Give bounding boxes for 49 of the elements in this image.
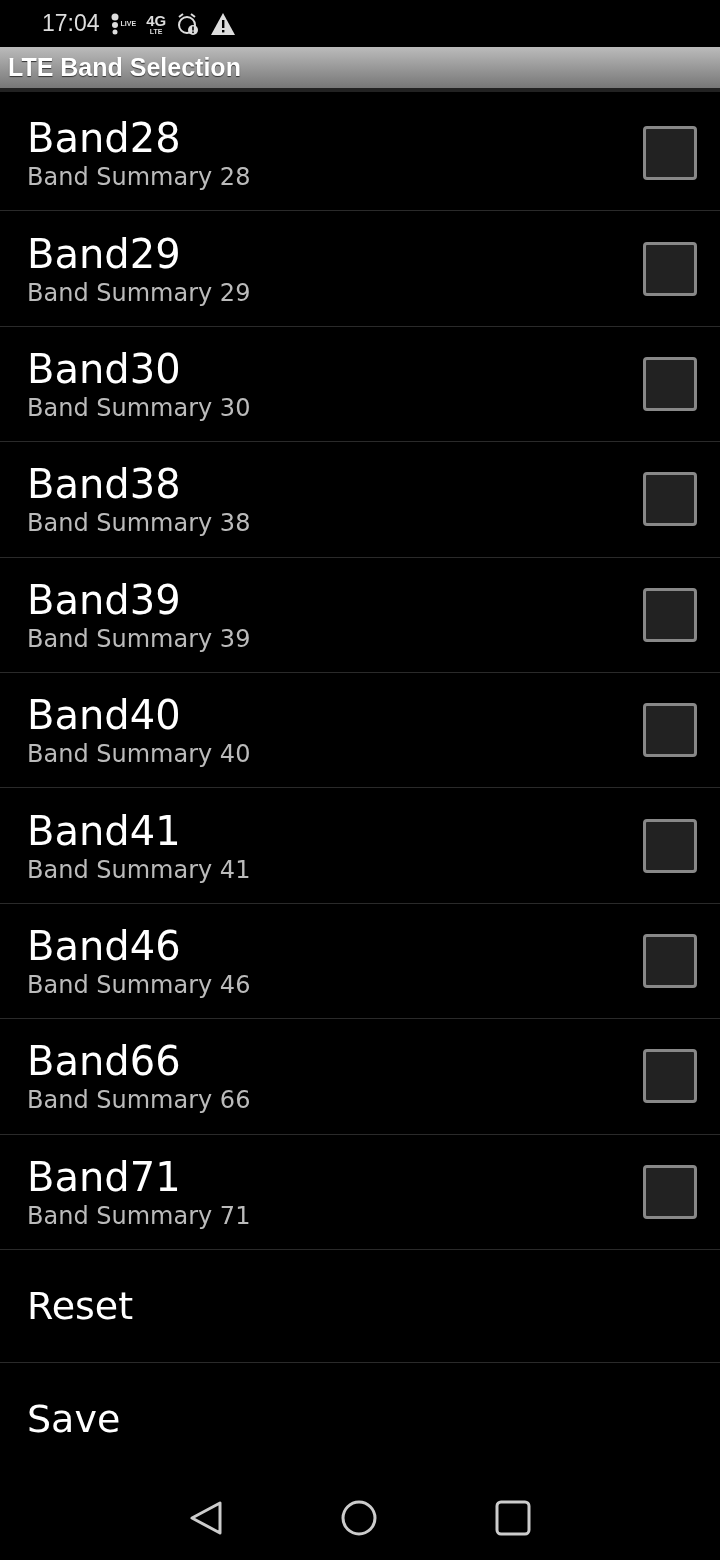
band-summary: Band Summary 41 bbox=[27, 855, 251, 884]
checkbox[interactable] bbox=[643, 587, 697, 642]
band-name: Band40 bbox=[27, 692, 182, 739]
band-name: Band30 bbox=[27, 345, 182, 392]
checkbox[interactable] bbox=[643, 703, 697, 758]
band-summary: Band Summary 66 bbox=[27, 1086, 251, 1115]
band-item[interactable]: Band39 Band Summary 39 bbox=[0, 557, 720, 673]
checkbox[interactable] bbox=[643, 356, 697, 411]
warning-icon bbox=[210, 11, 237, 36]
band-name: Band28 bbox=[27, 115, 182, 162]
band-name: Band29 bbox=[27, 230, 182, 277]
band-name: Band38 bbox=[27, 461, 182, 508]
band-name: Band66 bbox=[27, 1038, 182, 1085]
band-summary: Band Summary 30 bbox=[27, 393, 251, 422]
checkbox[interactable] bbox=[643, 1049, 697, 1104]
band-item[interactable]: Band41 Band Summary 41 bbox=[0, 788, 720, 904]
band-summary: Band Summary 71 bbox=[27, 1201, 251, 1230]
alarm-icon bbox=[176, 11, 201, 36]
band-item[interactable]: Band40 Band Summary 40 bbox=[0, 672, 720, 789]
band-name: Band46 bbox=[27, 922, 182, 969]
band-item[interactable]: Band66 Band Summary 66 bbox=[0, 1019, 720, 1135]
status-time: 17:04 bbox=[42, 10, 100, 37]
band-name: Band39 bbox=[27, 576, 182, 623]
band-item[interactable]: Band29 Band Summary 29 bbox=[0, 211, 720, 327]
band-item[interactable]: Band38 Band Summary 38 bbox=[0, 442, 720, 558]
band-summary: Band Summary 28 bbox=[27, 163, 251, 192]
band-summary: Band Summary 46 bbox=[27, 970, 251, 999]
band-item[interactable]: Band46 Band Summary 46 bbox=[0, 903, 720, 1020]
action-item[interactable]: Reset bbox=[0, 1249, 720, 1363]
band-summary: Band Summary 38 bbox=[27, 509, 251, 538]
band-name: Band71 bbox=[27, 1153, 182, 1200]
band-name: Band41 bbox=[27, 807, 182, 854]
checkbox[interactable] bbox=[643, 1164, 697, 1219]
band-item[interactable]: Band30 Band Summary 30 bbox=[0, 326, 720, 443]
band-summary: Band Summary 40 bbox=[27, 740, 251, 769]
home-icon[interactable] bbox=[341, 1499, 377, 1536]
band-item[interactable]: Band28 Band Summary 28 bbox=[0, 96, 720, 212]
title-bar: LTE Band Selection bbox=[0, 47, 720, 92]
checkbox[interactable] bbox=[643, 933, 697, 988]
action-item[interactable]: Save bbox=[0, 1362, 720, 1476]
back-icon[interactable] bbox=[189, 1499, 223, 1536]
checkbox[interactable] bbox=[643, 472, 697, 527]
recents-icon[interactable] bbox=[495, 1499, 531, 1536]
band-summary: Band Summary 39 bbox=[27, 624, 251, 653]
band-summary: Band Summary 29 bbox=[27, 278, 251, 307]
band-item[interactable]: Band71 Band Summary 71 bbox=[0, 1134, 720, 1250]
checkbox[interactable] bbox=[643, 818, 697, 873]
checkbox[interactable] bbox=[643, 126, 697, 181]
checkbox[interactable] bbox=[643, 241, 697, 296]
